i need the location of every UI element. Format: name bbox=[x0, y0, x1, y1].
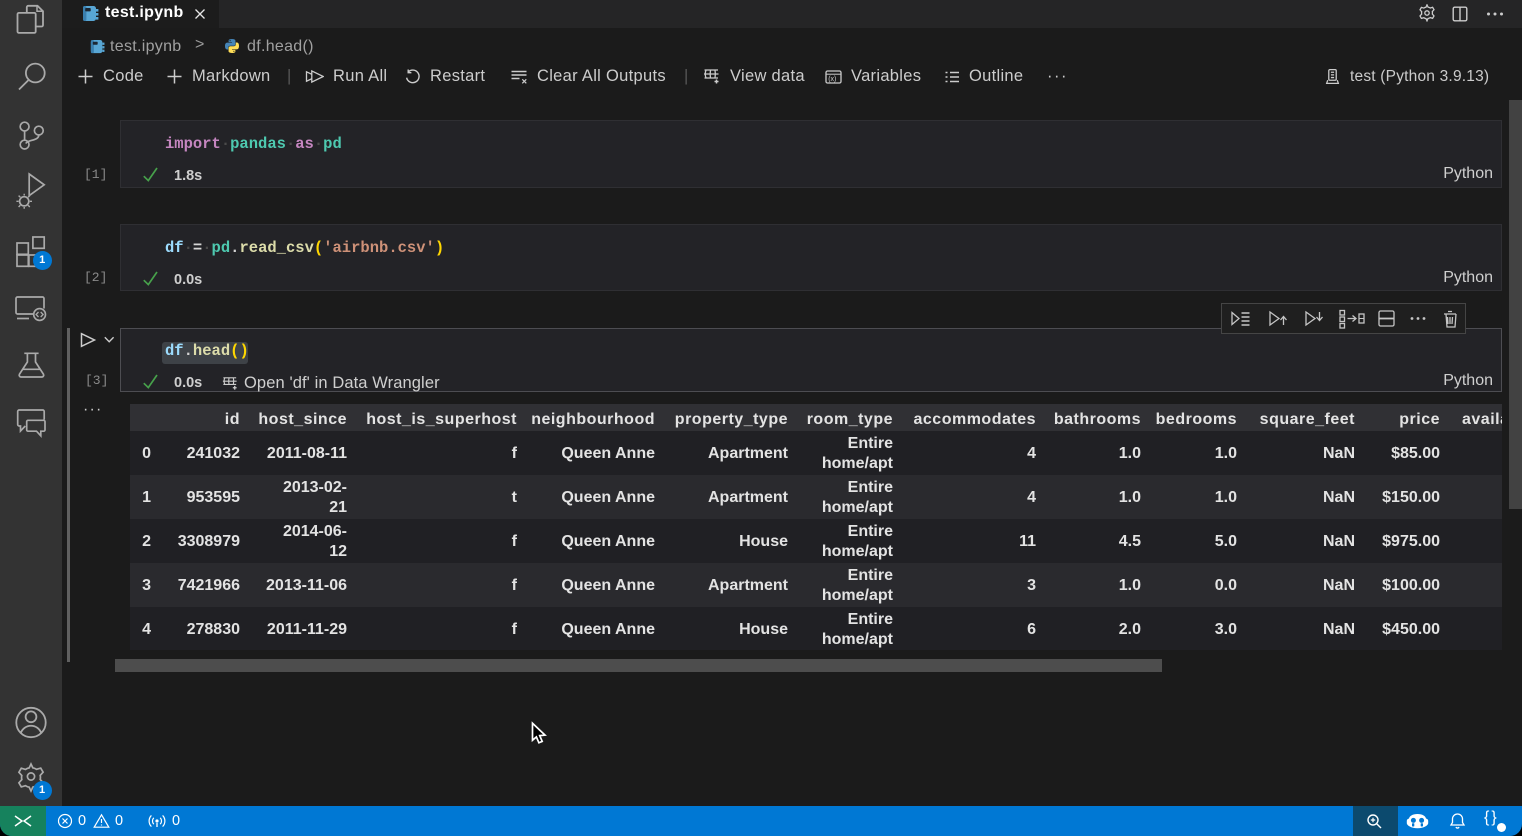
svg-text:(x): (x) bbox=[828, 75, 836, 82]
